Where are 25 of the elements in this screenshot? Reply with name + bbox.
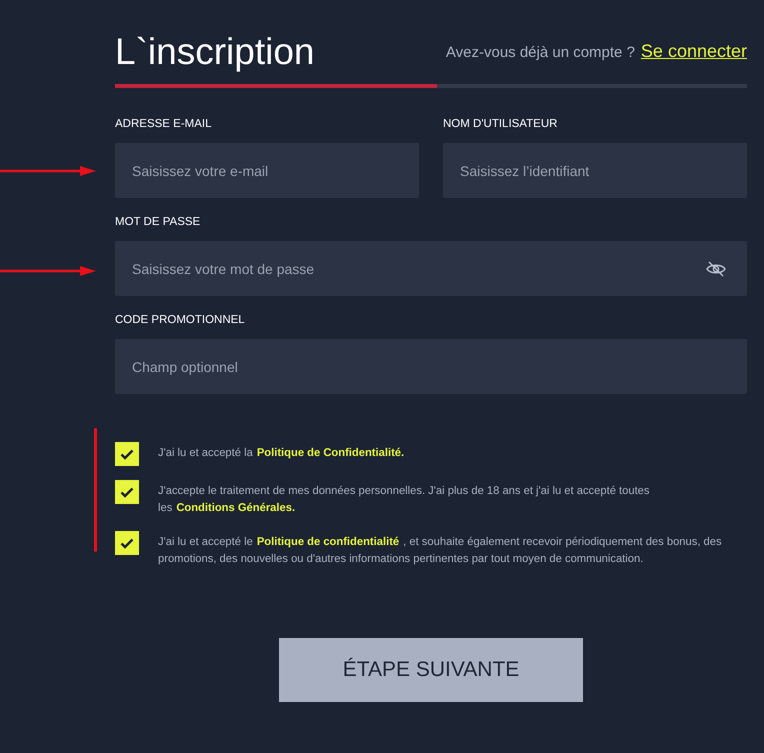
checkmark-icon xyxy=(120,538,134,548)
consent-text: J'accepte le traitement de mes données personnelles. J'ai plus de 18 ans et j'ai lu et accepté toutes les Conditions Générales. xyxy=(158,484,650,516)
field-label: NOM D'UTILISATEUR xyxy=(443,118,558,132)
consent-text: J'ai lu et accepté la Politique de Confidentialité. xyxy=(158,446,406,461)
next-step-button[interactable]: ÉTAPE SUIVANTE xyxy=(279,638,583,702)
policy-link[interactable]: Politique de Confidentialité. xyxy=(256,447,404,459)
field-label: ADRESSE E-MAIL xyxy=(115,118,212,132)
checkbox[interactable] xyxy=(115,480,139,504)
consent-text: J'ai lu et accepté le Politique de confidentialité , et souhaite également recevoir périodiquement des bonus, des promotions, des nouvelles ou d'autres informations pertinentes par tout moyen de communication. xyxy=(158,535,723,567)
checkbox[interactable] xyxy=(115,531,139,555)
page-title: L`inscription xyxy=(115,30,314,74)
field-label: CODE PROMOTIONNEL xyxy=(115,314,246,328)
checkmark-icon xyxy=(120,486,134,498)
login-link[interactable]: Se connecter xyxy=(640,41,747,62)
eye-slash-icon[interactable] xyxy=(706,261,726,277)
checkmark-icon xyxy=(120,448,134,460)
input-field[interactable]: Saisissez votre mot de passe xyxy=(115,241,747,296)
input-field[interactable]: Saisissez votre e-mail xyxy=(115,143,419,198)
policy-link[interactable]: Politique de confidentialité xyxy=(256,536,400,548)
checkbox[interactable] xyxy=(115,442,139,466)
account-prompt: Avez-vous déjà un compte ? xyxy=(446,44,635,61)
policy-link[interactable]: Conditions Générales. xyxy=(176,502,296,514)
input-field[interactable]: Saisissez l’identifiant xyxy=(443,143,747,198)
input-field[interactable]: Champ optionnel xyxy=(115,339,747,394)
field-label: MOT DE PASSE xyxy=(115,216,202,230)
